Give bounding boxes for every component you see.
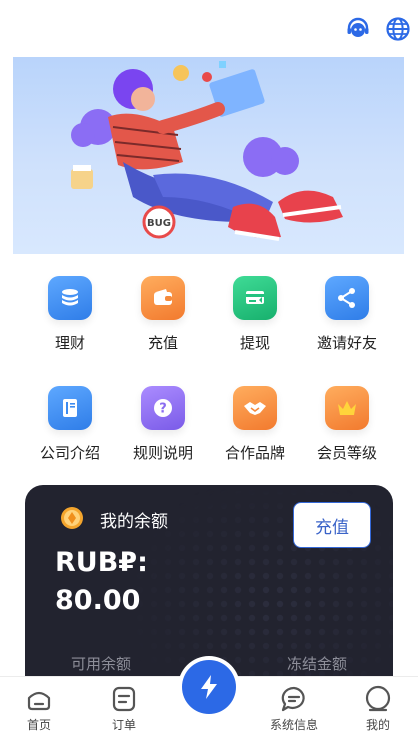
menu-label: 公司介绍: [39, 444, 100, 462]
promo-banner[interactable]: BUG: [13, 57, 404, 254]
handshake-icon: [233, 386, 277, 430]
menu-label: 邀请好友: [316, 334, 377, 352]
balance-title: 我的余额: [100, 512, 168, 532]
globe-icon[interactable]: [385, 16, 411, 42]
crown-icon: [325, 386, 369, 430]
app-root: BUG 理财 充值 提现 邀请好友 公司介绍 ? 规则说明 合作品牌 会员等级 …: [0, 0, 418, 743]
card-withdraw-icon: [233, 276, 277, 320]
menu-item-membership[interactable]: 会员等级: [297, 386, 397, 463]
currency-label: RUB₽:: [55, 547, 148, 578]
profile-icon: [365, 685, 391, 712]
menu-label: 会员等级: [316, 444, 377, 462]
lightning-icon: [201, 675, 217, 699]
nav-center-inner: [182, 660, 236, 714]
nav-item-home[interactable]: 首页: [0, 685, 79, 733]
coin-icon: [61, 507, 83, 529]
coins-stack-icon: [48, 276, 92, 320]
question-icon: ?: [141, 386, 185, 430]
menu-item-company[interactable]: 公司介绍: [20, 386, 120, 463]
menu-item-recharge[interactable]: 充值: [113, 276, 213, 353]
menu-label: 理财: [54, 334, 85, 352]
nav-center-button[interactable]: [178, 656, 240, 718]
recharge-button[interactable]: 充值: [293, 502, 371, 548]
message-icon: [281, 686, 305, 712]
available-balance-label: 可用余额: [71, 655, 132, 673]
menu-label: 合作品牌: [224, 444, 285, 462]
banner-illustration: BUG: [71, 61, 343, 241]
nav-item-orders[interactable]: 订单: [84, 685, 164, 733]
share-icon: [325, 276, 369, 320]
menu-label: 规则说明: [132, 444, 193, 462]
nav-label: 系统信息: [269, 718, 318, 732]
menu-item-withdraw[interactable]: 提现: [205, 276, 305, 353]
menu-label: 提现: [239, 334, 270, 352]
home-icon: [27, 691, 51, 711]
order-icon: [112, 686, 136, 712]
top-bar: [0, 0, 418, 56]
menu-item-invite[interactable]: 邀请好友: [297, 276, 397, 353]
nav-label: 我的: [365, 718, 390, 732]
menu-item-partners[interactable]: 合作品牌: [205, 386, 305, 463]
nav-item-messages[interactable]: 系统信息: [254, 685, 334, 733]
nav-label: 首页: [26, 718, 51, 732]
customer-service-icon[interactable]: [345, 16, 371, 42]
bug-badge-text: BUG: [147, 218, 171, 229]
frozen-amount-label: 冻结金额: [287, 655, 348, 673]
nav-label: 订单: [111, 718, 136, 732]
menu-item-rules[interactable]: ? 规则说明: [113, 386, 213, 463]
menu-item-finance[interactable]: 理财: [20, 276, 120, 353]
nav-item-profile[interactable]: 我的: [338, 685, 418, 733]
book-icon: [48, 386, 92, 430]
svg-text:?: ?: [159, 402, 167, 417]
menu-label: 充值: [147, 334, 178, 352]
balance-amount: 80.00: [55, 585, 141, 616]
wallet-icon: [141, 276, 185, 320]
